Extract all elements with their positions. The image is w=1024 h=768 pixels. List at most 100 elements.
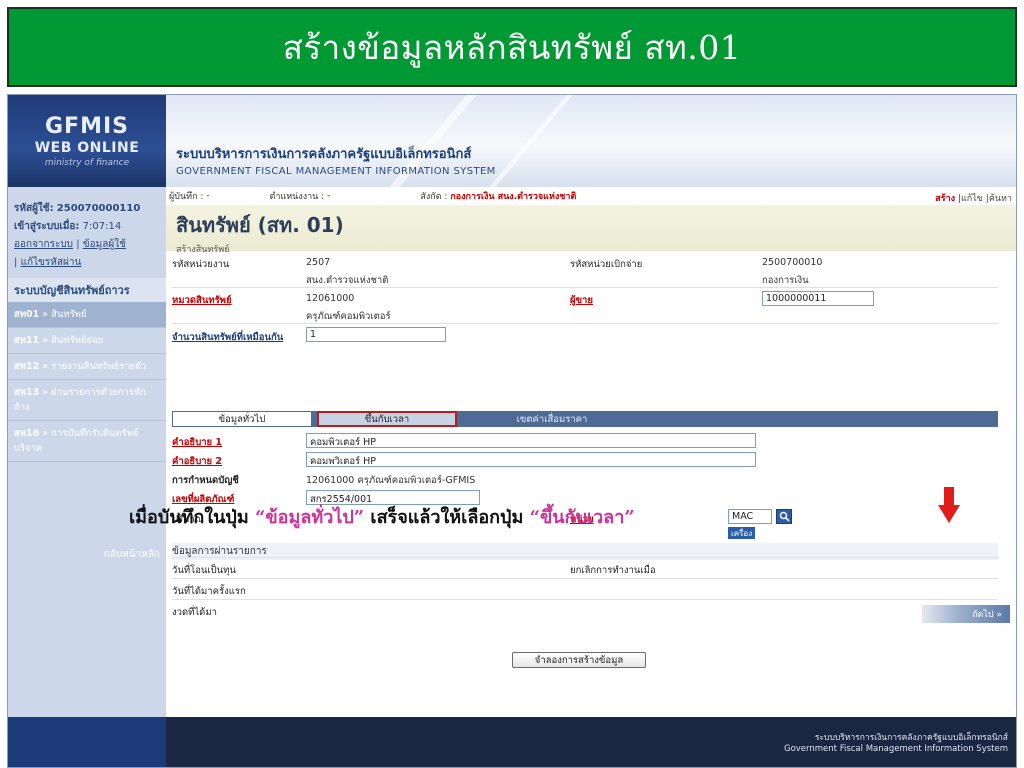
header-english-name: GOVERNMENT FISCAL MANAGEMENT INFORMATION… (176, 166, 496, 177)
change-password-link[interactable]: แก้ไขรหัสผ่าน (21, 257, 82, 268)
disbursing-unit-name: กองการเงิน (762, 275, 809, 286)
account-assignment-label: การกำหนดบัญชี (172, 475, 239, 486)
account-assignment-value: 12061000 ครุภัณฑ์คอมพิวเตอร์-GFMIS (306, 475, 476, 486)
asset-category-name: ครุภัณฑ์คอมพิวเตอร์ (306, 311, 391, 322)
profile-link[interactable]: ข้อมูลผู้ใช้ (83, 239, 126, 250)
row-divider (172, 578, 998, 579)
identical-assets-field[interactable]: 1 (306, 327, 446, 342)
tab-general[interactable]: ข้อมูลทั่วไป (172, 411, 312, 427)
instruction-part-1: เมื่อบันทึกในปุ่ม (129, 507, 255, 528)
instruction-part-3: เสร็จแล้วให้เลือกปุ่ม (364, 507, 530, 528)
row-divider (172, 287, 998, 288)
instruction-time-tab-name: “ขึ้นกับเวลา” (529, 507, 635, 528)
home-link[interactable]: กลับหน้าหลัก (104, 547, 160, 562)
search-mode-link[interactable]: ค้นหา (989, 194, 1012, 204)
sidebar-item-code: สท12 (14, 361, 40, 372)
sidebar-item-label: สินทรัพย์ (51, 309, 87, 320)
instruction-caption: เมื่อบันทึกในปุ่ม “ข้อมูลทั่วไป” เสร็จแล… (129, 502, 635, 531)
header-system-name: ระบบบริหารการเงินการคลังภาครัฐแบบอิเล็กท… (176, 143, 496, 177)
sidebar-item-st11[interactable]: สท11 » สินทรัพย์ย่อย (8, 328, 166, 354)
capitalization-date-label: วันที่โอนเป็นทุน (172, 565, 236, 576)
slide-title-banner: สร้างข้อมูลหลักสินทรัพย์ สท.01 (7, 7, 1017, 87)
simulate-button[interactable]: จำลองการสร้างข้อมูล (512, 652, 646, 668)
description-2-field[interactable]: คอมพวิเตอร์ HP (306, 452, 756, 467)
gfmis-logo: GFMIS WEB ONLINE ministry of finance (8, 95, 166, 187)
down-arrow-icon (938, 487, 960, 523)
context-bar: ผู้บันทึก : - ตำแหน่งงาน : - สังกัด : กอ… (166, 187, 1016, 205)
sidebar-item-st16[interactable]: สท16 » การบันทึกรับสินทรัพย์บริจาค (8, 421, 166, 462)
position-label: ตำแหน่งงาน : (269, 192, 325, 202)
footer-left-block (8, 717, 166, 767)
magnifier-icon (779, 511, 790, 522)
sidebar-item-code: สท13 (14, 387, 40, 398)
edit-mode-link[interactable]: แก้ไข (961, 194, 983, 204)
mode-actions: สร้าง |แก้ไข |ค้นหา (935, 194, 1012, 204)
sidebar-item-label: รายงานสินทรัพย์รายตัว (51, 361, 147, 372)
sidebar-item-code: สท11 (14, 335, 40, 346)
disbursing-unit-code: 2500700010 (762, 257, 823, 268)
app-header: GFMIS WEB ONLINE ministry of finance ระบ… (8, 95, 1016, 187)
unit-name-value: สนง.ตำรวจแห่งชาติ (306, 275, 389, 286)
sidebar-item-code: สท01 (14, 309, 40, 320)
login-time-value: 7:07:14 (82, 221, 122, 232)
unit-field[interactable]: MAC (728, 509, 772, 524)
header-thai-name: ระบบบริหารการเงินการคลังภาครัฐแบบอิเล็กท… (176, 147, 472, 162)
login-time-label: เข้าสู่ระบบเมื่อ: (14, 221, 80, 232)
tab-depreciation[interactable]: เขตค่าเสื่อมราคา (472, 411, 632, 427)
create-mode-link[interactable]: สร้าง (935, 194, 955, 204)
sidebar-section-title: ระบบบัญชีสินทรัพย์ถาวร (8, 278, 166, 302)
user-id-label: รหัสผู้ใช้: (14, 203, 54, 214)
footer-english: Government Fiscal Management Information… (783, 744, 1008, 754)
affiliation-value: กองการเงิน สนง.ตำรวจแห่งชาติ (450, 192, 577, 202)
acquisition-period-label: งวดที่ได้มา (172, 607, 217, 618)
next-button[interactable]: ถัดไป » (922, 605, 1010, 623)
unit-code-value: 2507 (306, 257, 331, 268)
page-subtitle: สร้างสินทรัพย์ (176, 245, 230, 255)
first-acquisition-label: วันที่ได้มาครั้งแรก (172, 586, 246, 597)
logo-text-ministry: ministry of finance (44, 158, 130, 168)
unit-badge: เครื่อง (728, 527, 756, 539)
description-1-label[interactable]: คำอธิบาย 1 (172, 435, 222, 450)
header-swoosh-decoration (489, 95, 573, 187)
instruction-general-tab-name: “ข้อมูลทั่วไป” (254, 507, 365, 528)
description-1-field[interactable]: คอมพิวเตอร์ HP (306, 433, 756, 448)
disbursing-unit-label: รหัสหน่วยเบิกจ่าย (570, 259, 643, 270)
main-content: ผู้บันทึก : - ตำแหน่งงาน : - สังกัด : กอ… (166, 187, 1016, 717)
page-header: สินทรัพย์ (สท. 01) สร้างสินทรัพย์ (166, 205, 1016, 255)
vendor-field[interactable]: 1000000011 (762, 291, 874, 306)
gfmis-window: GFMIS WEB ONLINE ministry of finance ระบ… (7, 94, 1017, 768)
slide-title: สร้างข้อมูลหลักสินทรัพย์ สท.01 (282, 27, 742, 67)
logo-text-gfmis: GFMIS (44, 114, 129, 139)
affiliation-label: สังกัด : (420, 192, 448, 202)
logo-text-web-online: WEB ONLINE (34, 140, 140, 156)
next-button-label: ถัดไป » (972, 610, 1002, 620)
user-id-value: 250070000110 (56, 203, 141, 214)
unit-code-label: รหัสหน่วยงาน (172, 259, 230, 270)
sidebar-item-label: สินทรัพย์ย่อย (51, 335, 104, 346)
page-title: สินทรัพย์ (สท. 01) (176, 213, 344, 237)
position-value: - (327, 191, 331, 201)
identical-assets-label[interactable]: จำนวนสินทรัพย์ที่เหมือนกัน (172, 330, 283, 345)
tab-time-dependent[interactable]: ขึ้นกับเวลา (317, 411, 457, 427)
asset-category-link[interactable]: หมวดสินทรัพย์ (172, 293, 232, 308)
logout-link[interactable]: ออกจากระบบ (14, 239, 73, 250)
sidebar: รหัสผู้ใช้: 250070000110 เข้าสู่ระบบเมื่… (8, 187, 166, 717)
row-divider (172, 599, 998, 600)
tab-bar: ข้อมูลทั่วไป ขึ้นกับเวลา เขตค่าเสื่อมราค… (172, 411, 998, 427)
sidebar-item-st12[interactable]: สท12 » รายงานสินทรัพย์รายตัว (8, 354, 166, 380)
footer-thai: ระบบบริหารการเงินการคลังภาครัฐแบบอิเล็กท… (814, 733, 1008, 743)
app-footer: ระบบบริหารการเงินการคลังภาครัฐแบบอิเล็กท… (8, 717, 1016, 767)
user-info: รหัสผู้ใช้: 250070000110 เข้าสู่ระบบเมื่… (14, 203, 141, 268)
vendor-link[interactable]: ผู้ขาย (570, 293, 593, 308)
sidebar-item-code: สท16 (14, 428, 40, 439)
asset-category-code: 12061000 (306, 293, 355, 304)
deactivation-label: ยกเลิกการทำงานเมื่อ (570, 565, 656, 576)
row-divider (172, 323, 998, 324)
row-divider (172, 557, 998, 558)
unit-search-button[interactable] (776, 509, 792, 524)
footer-text: ระบบบริหารการเงินการคลังภาครัฐแบบอิเล็กท… (784, 733, 1008, 755)
recorder-value: - (206, 191, 210, 201)
description-2-label[interactable]: คำอธิบาย 2 (172, 454, 222, 469)
sidebar-item-st13[interactable]: สท13 » ผ่านรายการตัวยการหักล้าง (8, 380, 166, 421)
sidebar-item-st01[interactable]: สท01 » สินทรัพย์ (8, 302, 166, 328)
